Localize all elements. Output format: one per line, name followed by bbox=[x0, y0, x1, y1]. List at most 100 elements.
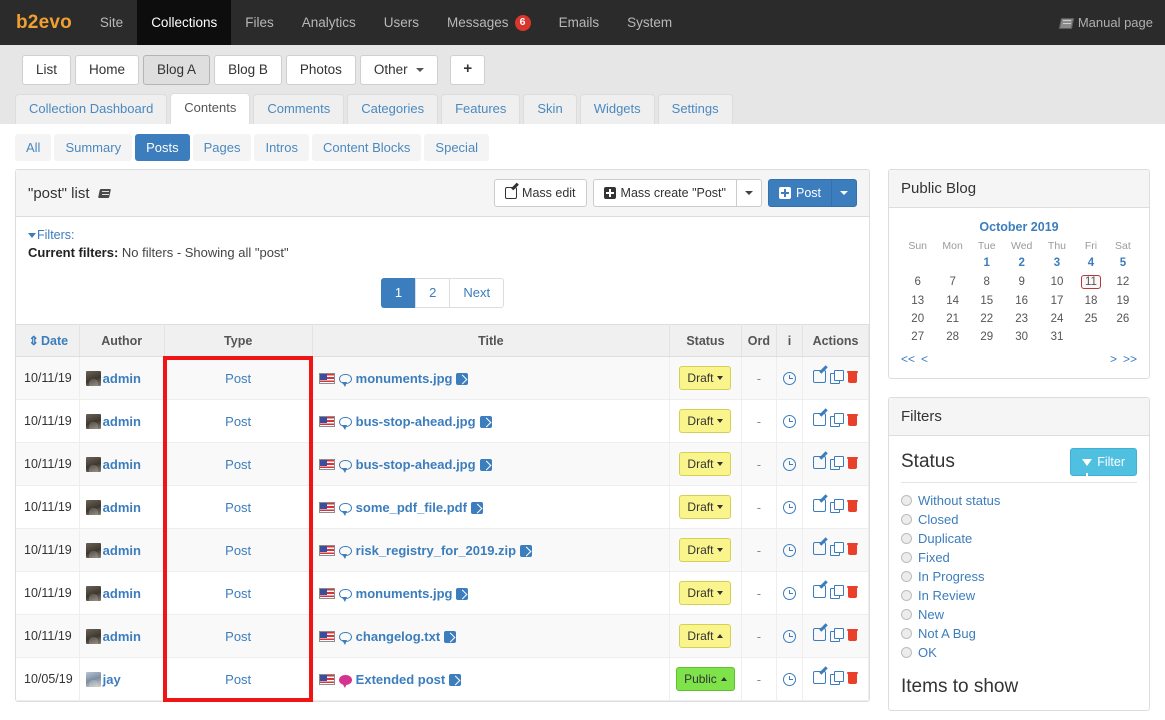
external-link-icon[interactable] bbox=[479, 415, 492, 428]
author-link[interactable]: admin bbox=[103, 629, 141, 644]
column-header-type[interactable]: Type bbox=[164, 324, 313, 357]
author-link[interactable]: admin bbox=[103, 371, 141, 386]
manual-page-link[interactable]: Manual page bbox=[1060, 0, 1153, 45]
status-badge[interactable]: Draft bbox=[679, 538, 732, 562]
duplicate-icon[interactable] bbox=[830, 671, 844, 685]
comment-bubble-icon[interactable] bbox=[338, 545, 352, 559]
calendar-first-link[interactable]: << bbox=[901, 352, 915, 366]
page-button-next[interactable]: Next bbox=[449, 278, 505, 308]
clock-icon[interactable] bbox=[783, 414, 796, 428]
external-link-icon[interactable] bbox=[449, 673, 462, 686]
duplicate-icon[interactable] bbox=[830, 456, 844, 470]
subtab-skin[interactable]: Skin bbox=[523, 94, 577, 124]
delete-icon[interactable] bbox=[847, 542, 858, 555]
radio-button[interactable] bbox=[901, 609, 912, 620]
column-header-author[interactable]: Author bbox=[79, 324, 165, 357]
subtab-comments[interactable]: Comments bbox=[253, 94, 345, 124]
add-collection-button[interactable]: + bbox=[450, 55, 486, 85]
status-badge[interactable]: Draft bbox=[679, 409, 732, 433]
duplicate-icon[interactable] bbox=[830, 628, 844, 642]
filter-tab-content-blocks[interactable]: Content Blocks bbox=[311, 134, 422, 161]
clock-icon[interactable] bbox=[783, 457, 796, 471]
post-title-link[interactable]: monuments.jpg bbox=[356, 371, 453, 386]
status-filter-option[interactable]: Fixed bbox=[901, 548, 1137, 567]
status-badge[interactable]: Public bbox=[676, 667, 735, 691]
subtab-settings[interactable]: Settings bbox=[657, 94, 733, 124]
topnav-item-users[interactable]: Users bbox=[370, 0, 433, 45]
post-title-link[interactable]: some_pdf_file.pdf bbox=[356, 500, 467, 515]
column-header-title[interactable]: Title bbox=[312, 324, 671, 357]
new-post-dropdown-toggle[interactable] bbox=[831, 179, 857, 207]
external-link-icon[interactable] bbox=[470, 501, 483, 514]
filters-toggle-link[interactable]: Filters: bbox=[28, 228, 75, 242]
status-badge[interactable]: Draft bbox=[679, 624, 732, 648]
collection-tab-photos[interactable]: Photos bbox=[285, 55, 356, 85]
edit-icon[interactable] bbox=[813, 370, 826, 383]
collection-tab-blog-b[interactable]: Blog B bbox=[214, 55, 282, 85]
topnav-item-emails[interactable]: Emails bbox=[545, 0, 614, 45]
comment-bubble-icon[interactable] bbox=[338, 588, 352, 602]
page-button-1[interactable]: 1 bbox=[380, 278, 416, 308]
duplicate-icon[interactable] bbox=[830, 585, 844, 599]
comment-bubble-icon[interactable] bbox=[338, 502, 352, 516]
comment-bubble-icon[interactable] bbox=[338, 459, 352, 473]
radio-button[interactable] bbox=[901, 571, 912, 582]
topnav-item-files[interactable]: Files bbox=[231, 0, 288, 45]
page-button-2[interactable]: 2 bbox=[415, 278, 450, 308]
radio-button[interactable] bbox=[901, 514, 912, 525]
column-header-status[interactable]: Status bbox=[669, 324, 742, 357]
subtab-collection-dashboard[interactable]: Collection Dashboard bbox=[15, 94, 168, 124]
external-link-icon[interactable] bbox=[456, 587, 469, 600]
status-filter-option[interactable]: New bbox=[901, 605, 1137, 624]
status-filter-option[interactable]: In Review bbox=[901, 586, 1137, 605]
manual-book-icon[interactable] bbox=[99, 188, 112, 199]
subtab-widgets[interactable]: Widgets bbox=[579, 94, 655, 124]
edit-icon[interactable] bbox=[813, 671, 826, 684]
calendar-day-with-posts[interactable]: 5 bbox=[1109, 254, 1137, 272]
filter-tab-intros[interactable]: Intros bbox=[254, 134, 309, 161]
radio-button[interactable] bbox=[901, 647, 912, 658]
radio-button[interactable] bbox=[901, 533, 912, 544]
calendar-last-link[interactable]: >> bbox=[1123, 352, 1137, 366]
type-link[interactable]: Post bbox=[225, 414, 251, 429]
external-link-icon[interactable] bbox=[520, 544, 533, 557]
radio-button[interactable] bbox=[901, 590, 912, 601]
edit-icon[interactable] bbox=[813, 585, 826, 598]
type-link[interactable]: Post bbox=[225, 371, 251, 386]
topnav-item-site[interactable]: Site bbox=[86, 0, 137, 45]
mass-create-dropdown-toggle[interactable] bbox=[735, 179, 762, 207]
clock-icon[interactable] bbox=[783, 586, 796, 600]
clock-icon[interactable] bbox=[783, 543, 796, 557]
calendar-prev-link[interactable]: < bbox=[921, 352, 928, 366]
status-filter-option[interactable]: In Progress bbox=[901, 567, 1137, 586]
edit-icon[interactable] bbox=[813, 499, 826, 512]
radio-button[interactable] bbox=[901, 552, 912, 563]
calendar-next-link[interactable]: > bbox=[1110, 352, 1117, 366]
calendar-day-today[interactable]: 11 bbox=[1073, 272, 1109, 292]
author-link[interactable]: admin bbox=[103, 500, 141, 515]
mass-edit-button[interactable]: Mass edit bbox=[494, 179, 587, 207]
comment-bubble-icon[interactable] bbox=[338, 373, 352, 387]
subtab-categories[interactable]: Categories bbox=[347, 94, 439, 124]
topnav-item-collections[interactable]: Collections bbox=[137, 0, 232, 45]
duplicate-icon[interactable] bbox=[830, 370, 844, 384]
comment-bubble-icon[interactable] bbox=[338, 631, 352, 645]
calendar-day-with-posts[interactable]: 2 bbox=[1003, 254, 1041, 272]
author-link[interactable]: jay bbox=[103, 672, 121, 687]
calendar-day-with-posts[interactable]: 3 bbox=[1041, 254, 1073, 272]
status-filter-option[interactable]: Not A Bug bbox=[901, 624, 1137, 643]
status-filter-option[interactable]: Closed bbox=[901, 510, 1137, 529]
status-badge[interactable]: Draft bbox=[679, 452, 732, 476]
author-link[interactable]: admin bbox=[103, 543, 141, 558]
edit-icon[interactable] bbox=[813, 542, 826, 555]
post-title-link[interactable]: risk_registry_for_2019.zip bbox=[356, 543, 516, 558]
collection-tab-other[interactable]: Other bbox=[359, 55, 439, 85]
edit-icon[interactable] bbox=[813, 456, 826, 469]
delete-icon[interactable] bbox=[847, 585, 858, 598]
calendar-day-with-posts[interactable]: 4 bbox=[1073, 254, 1109, 272]
topnav-item-system[interactable]: System bbox=[613, 0, 686, 45]
calendar-day-with-posts[interactable]: 1 bbox=[971, 254, 1003, 272]
external-link-icon[interactable] bbox=[456, 372, 469, 385]
duplicate-icon[interactable] bbox=[830, 499, 844, 513]
author-link[interactable]: admin bbox=[103, 457, 141, 472]
